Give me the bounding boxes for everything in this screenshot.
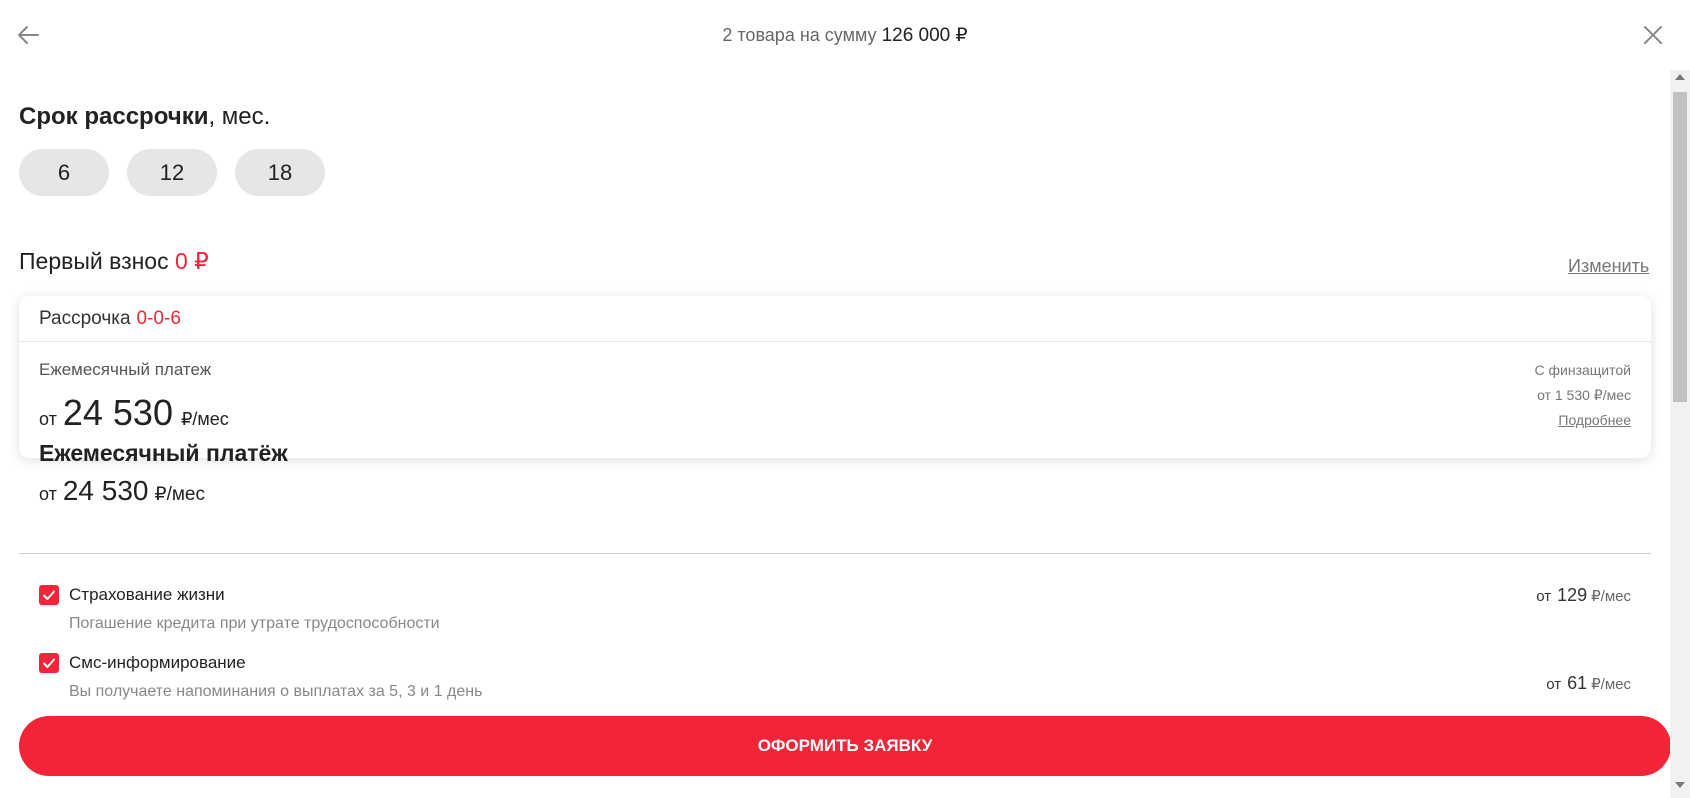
plan-name: Рассрочка <box>39 307 131 329</box>
life-insurance-price-prefix: от <box>1536 588 1552 605</box>
checkmark-icon <box>43 590 55 600</box>
scrollbar-thumb[interactable] <box>1673 92 1687 402</box>
monthly-payment-value: 24 530 <box>62 392 173 433</box>
scroll-up-arrow-icon[interactable] <box>1675 74 1685 80</box>
term-title: Срок рассрочки, мес. <box>19 103 270 131</box>
submit-application-button[interactable]: ОФОРМИТЬ ЗАЯВКУ <box>19 716 1671 776</box>
life-insurance-price-unit: ₽/мес <box>1591 588 1631 605</box>
summary-amount: от 24 530 ₽/мес <box>39 475 205 507</box>
term-option-18[interactable]: 18 <box>235 149 325 196</box>
summary-amount-unit: ₽/мес <box>154 484 206 505</box>
modal-content: Срок рассрочки, мес. 6 12 18 Первый взно… <box>0 70 1671 798</box>
order-total: 126 000 ₽ <box>881 25 968 46</box>
monthly-payment-unit: ₽/мес <box>180 409 229 429</box>
divider <box>19 553 1651 554</box>
monthly-payment-prefix: от <box>39 409 57 429</box>
installment-plan-card[interactable]: Рассрочка 0-0-6 Ежемесячный платеж от 24… <box>19 296 1651 458</box>
financial-protection-info: С финзащитой от 1 530 ₽/мес Подробнее <box>1535 358 1631 433</box>
close-icon <box>1644 26 1662 44</box>
more-details-link[interactable]: Подробнее <box>1535 408 1631 433</box>
term-option-12[interactable]: 12 <box>127 149 217 196</box>
first-payment-label: Первый взнос <box>19 248 169 274</box>
financial-protection-title: С финзащитой <box>1534 362 1631 378</box>
order-summary-prefix: 2 товара на сумму <box>722 25 877 45</box>
summary-amount-prefix: от <box>39 484 57 504</box>
monthly-payment-label: Ежемесячный платеж <box>39 360 212 379</box>
sms-notifications-price-prefix: от <box>1546 676 1562 693</box>
term-title-unit: , мес. <box>208 103 271 130</box>
scroll-down-arrow-icon[interactable] <box>1675 782 1685 788</box>
plan-code: 0-0-6 <box>136 307 181 329</box>
term-option-6[interactable]: 6 <box>19 149 109 196</box>
term-title-label: Срок рассрочки <box>19 103 209 130</box>
scrollbar[interactable] <box>1670 70 1690 798</box>
monthly-payment-amount: от 24 530 ₽/мес <box>39 392 229 434</box>
term-selector: 6 12 18 <box>19 149 325 196</box>
financial-protection-price: от 1 530 ₽/мес <box>1537 387 1631 403</box>
sms-notifications-description: Вы получаете напоминания о выплатах за 5… <box>69 683 483 700</box>
modal-header: 2 товара на сумму 126 000 ₽ <box>0 0 1690 70</box>
order-summary-title: 2 товара на сумму 126 000 ₽ <box>0 24 1690 47</box>
life-insurance-price: от 129 ₽/мес <box>1536 585 1631 606</box>
life-insurance-checkbox[interactable] <box>39 585 59 605</box>
sms-notifications-price-unit: ₽/мес <box>1591 676 1631 693</box>
life-insurance-label: Страхование жизни <box>69 585 225 604</box>
summary-amount-value: 24 530 <box>62 475 149 506</box>
sms-notifications-price: от 61 ₽/мес <box>1546 673 1631 694</box>
sms-notifications-label: Смс-информирование <box>69 653 246 672</box>
change-first-payment-link[interactable]: Изменить <box>1568 256 1649 277</box>
life-insurance-price-value: 129 <box>1557 585 1588 605</box>
close-button[interactable] <box>1640 22 1666 48</box>
summary-title: Ежемесячный платёж <box>39 440 288 466</box>
sms-notifications-checkbox[interactable] <box>39 653 59 673</box>
sms-notifications-price-value: 61 <box>1567 673 1588 693</box>
checkmark-icon <box>43 658 55 668</box>
first-payment-value: 0 ₽ <box>175 248 209 274</box>
first-payment: Первый взнос 0 ₽ <box>19 248 209 275</box>
plan-card-header: Рассрочка 0-0-6 <box>19 296 1651 342</box>
life-insurance-description: Погашение кредита при утрате трудоспособ… <box>69 615 440 632</box>
